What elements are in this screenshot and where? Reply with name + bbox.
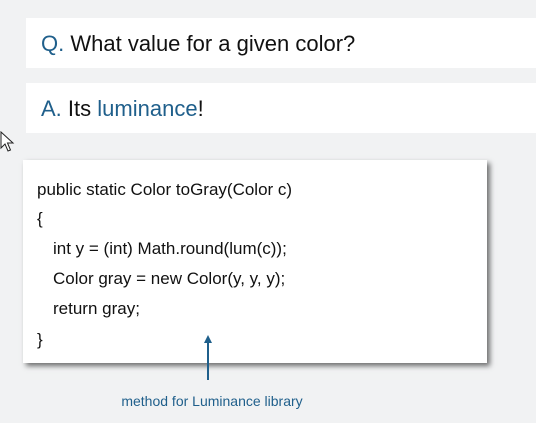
answer-text: A. Its luminance! [41, 96, 204, 122]
code-line-open-brace: { [37, 209, 43, 228]
answer-exclamation: ! [197, 96, 204, 121]
answer-body: Its [67, 96, 92, 121]
question-text: Q. What value for a given color? [41, 31, 355, 57]
code-line-luminance: int y = (int) Math.round(lum(c)); [53, 239, 287, 258]
answer-prefix: A. [41, 96, 62, 121]
code-block: public static Color toGray(Color c) { in… [23, 160, 487, 363]
question-body: What value for a given color? [70, 31, 356, 56]
code-line-new-color: Color gray = new Color(y, y, y); [53, 269, 286, 288]
code-line-signature: public static Color toGray(Color c) [37, 180, 293, 199]
answer-keyword: luminance [97, 96, 198, 121]
question-prefix: Q. [41, 31, 65, 56]
code-line-return: return gray; [53, 299, 140, 318]
annotation-caption: method for Luminance library [121, 393, 303, 409]
mouse-pointer-icon [0, 131, 15, 152]
up-arrow-icon [204, 335, 212, 380]
answer-band: A. Its luminance! [26, 83, 536, 133]
code-line-close-brace: } [37, 330, 43, 349]
question-band: Q. What value for a given color? [26, 18, 536, 68]
